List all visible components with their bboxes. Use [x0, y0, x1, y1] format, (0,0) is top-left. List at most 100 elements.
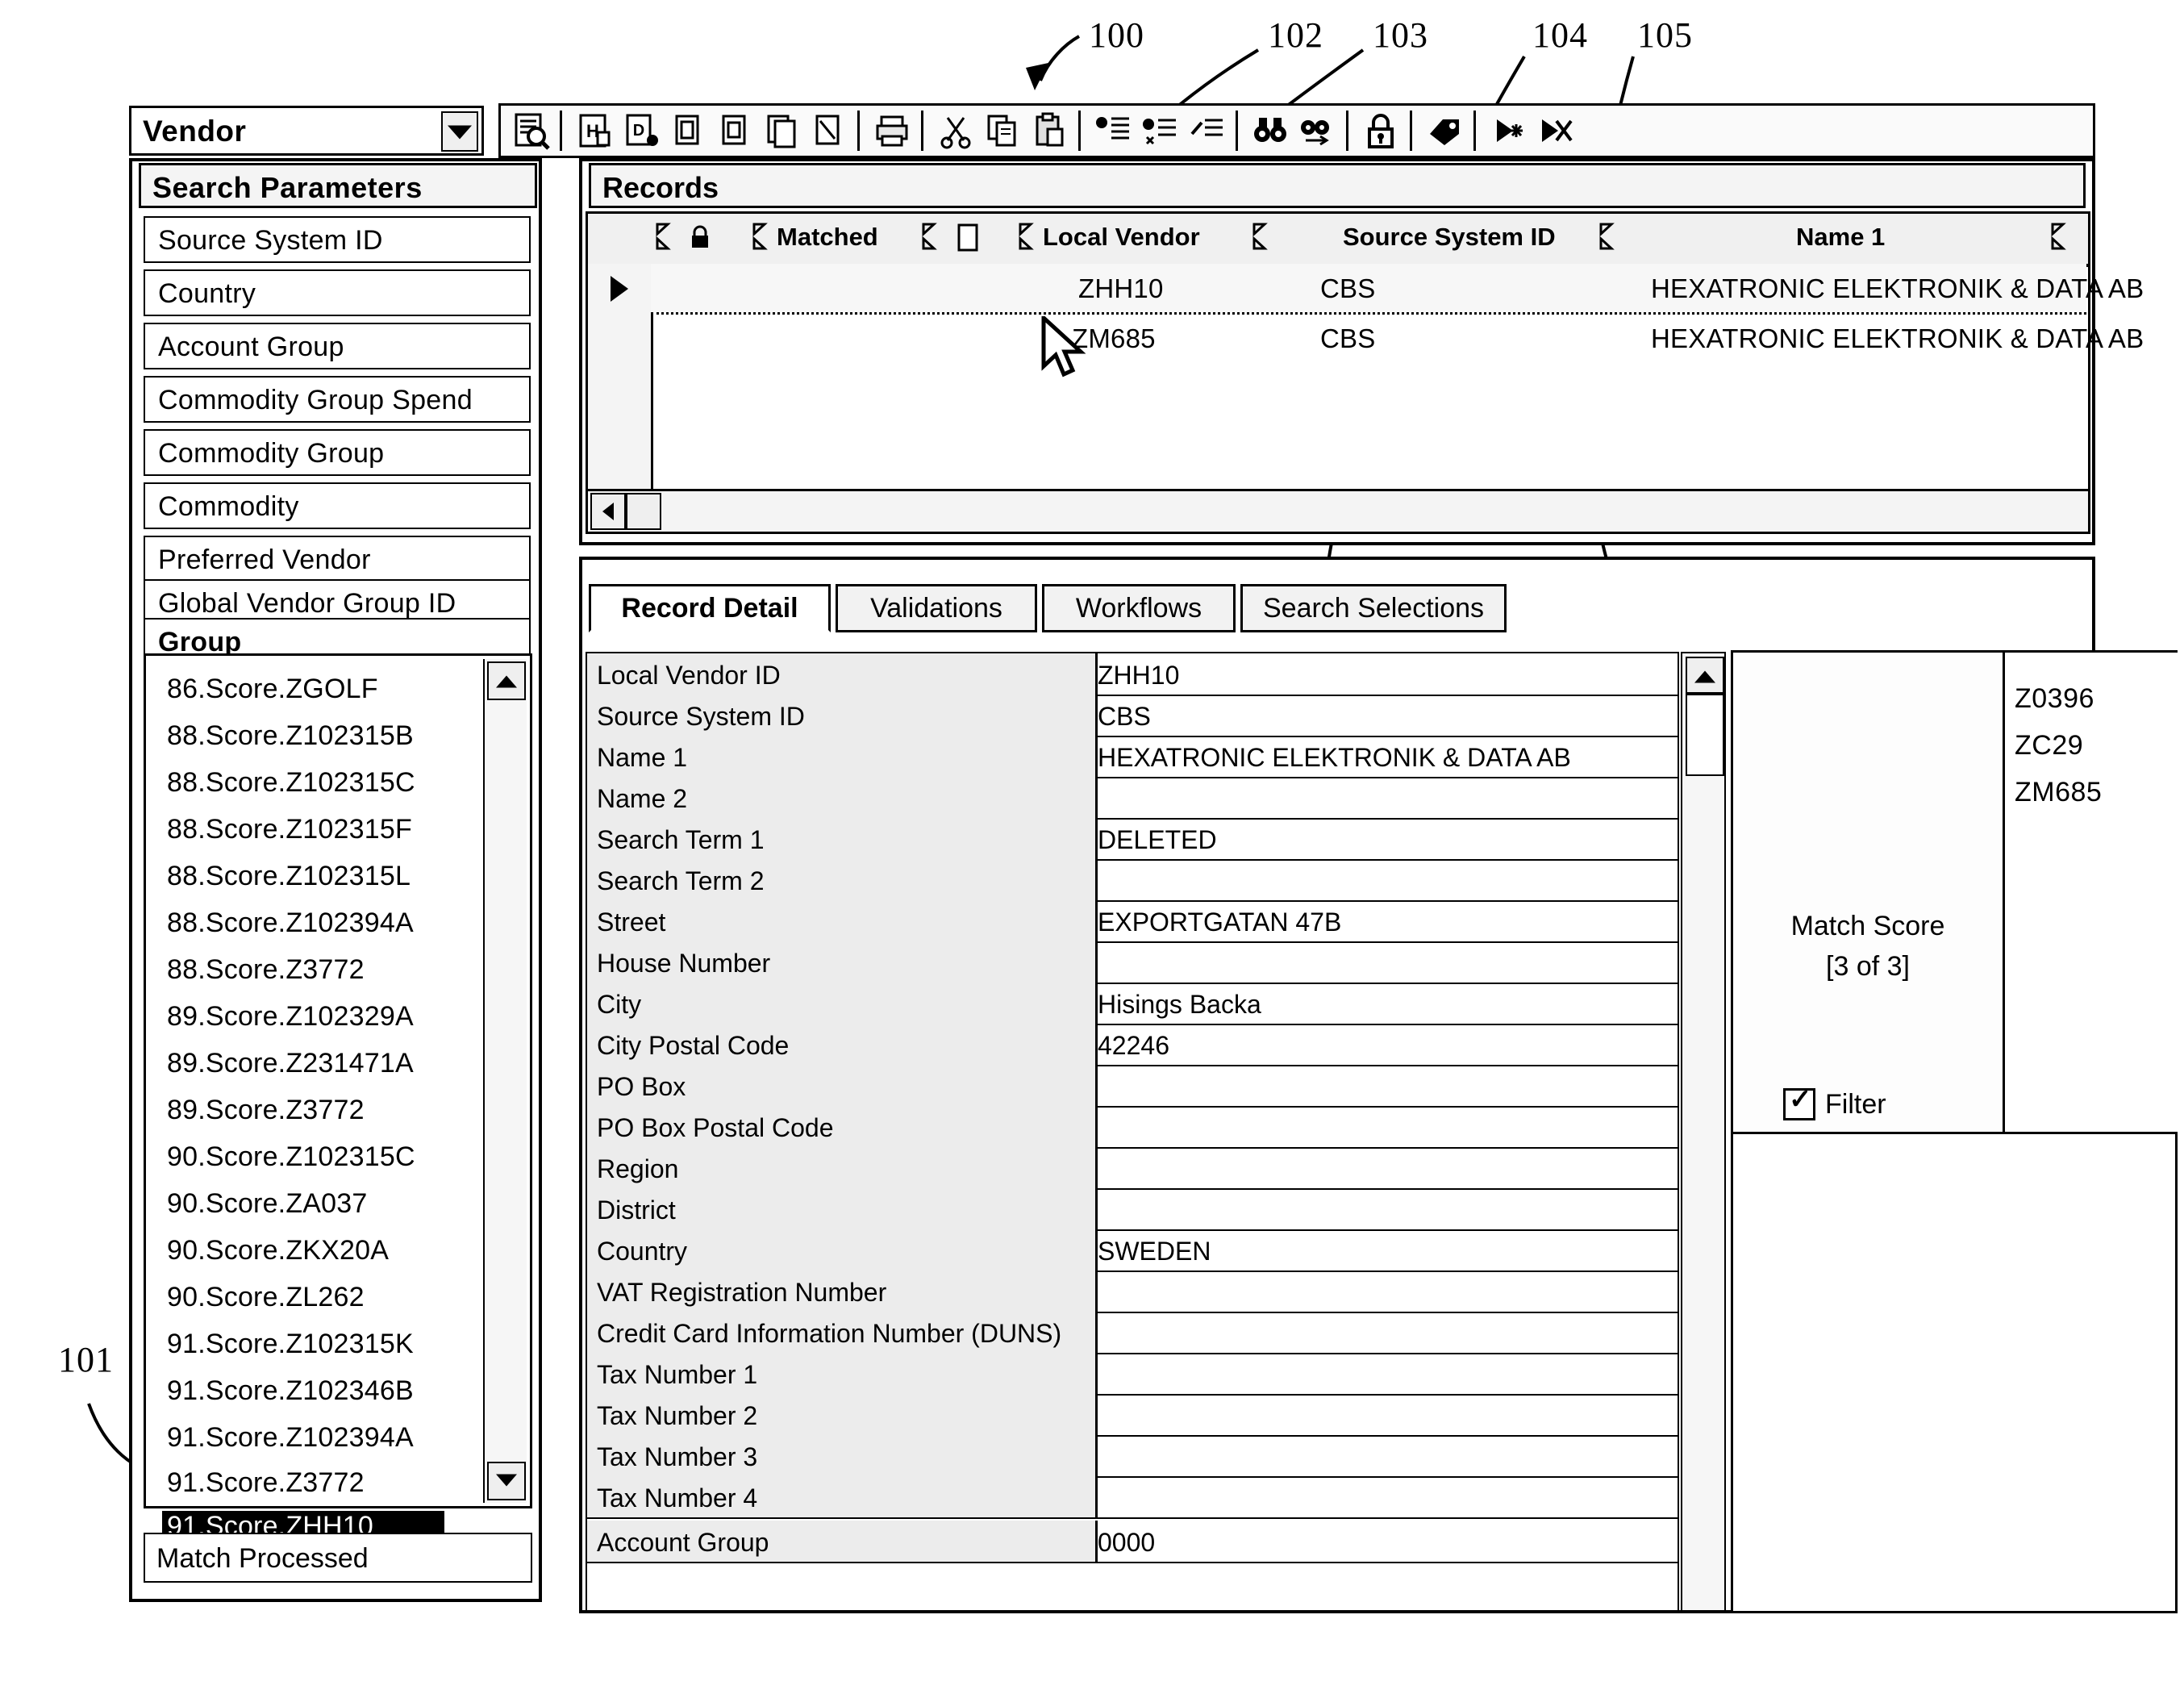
detail-row[interactable]: Name 1 HEXATRONIC ELEKTRONIK & DATA AB	[587, 736, 1678, 778]
clipboard-paste-icon[interactable]	[1028, 110, 1070, 152]
scroll-up-arrow-icon[interactable]	[487, 661, 526, 700]
chevron-down-icon[interactable]	[441, 111, 478, 152]
detail-row[interactable]: Name 2	[587, 777, 1678, 820]
detail-row[interactable]: City Postal Code 42246	[587, 1024, 1678, 1066]
sidebar-item-preferred-vendor[interactable]: Preferred Vendor	[144, 536, 531, 582]
name1-column-header[interactable]: Name 1	[1594, 214, 2049, 264]
list-item[interactable]: 91.Score.Z102394A	[167, 1422, 490, 1471]
detail-row[interactable]: Account Group 0000	[587, 1521, 1678, 1563]
detail-row[interactable]: District	[587, 1188, 1678, 1231]
list-item[interactable]: 91.Score.Z102346B	[167, 1375, 490, 1424]
sidebar-item-source-system-id[interactable]: Source System ID	[144, 216, 531, 263]
entity-type-select[interactable]: Vendor	[129, 106, 484, 156]
tab-record-detail[interactable]: Record Detail	[589, 584, 831, 632]
scroll-left-arrow-icon[interactable]	[590, 493, 626, 530]
table-row[interactable]: ZM685 CBS HEXATRONIC ELEKTRONIK & DATA A…	[651, 314, 2144, 362]
row-selector[interactable]	[588, 414, 653, 457]
play-star-icon[interactable]	[1487, 110, 1529, 152]
tab-workflows[interactable]: Workflows	[1042, 584, 1236, 632]
list-item[interactable]: 90.Score.Z102315C	[167, 1141, 490, 1190]
filter-checkbox[interactable]: ✓	[1783, 1086, 1815, 1120]
list-item[interactable]: 88.Score.Z3772	[167, 954, 490, 1003]
scroll-thumb[interactable]	[1686, 694, 1724, 776]
detail-row[interactable]: City Hisings Backa	[587, 983, 1678, 1025]
list-item[interactable]: 86.Score.ZGOLF	[167, 674, 490, 722]
document-new-icon[interactable]	[714, 110, 756, 152]
list-item[interactable]: 88.Score.Z102315L	[167, 861, 490, 909]
row-selector-current[interactable]	[588, 264, 653, 316]
match-list-item[interactable]: Z0396	[2015, 683, 2094, 715]
binoculars-arrow-icon[interactable]	[1296, 110, 1338, 152]
detail-row[interactable]: Country SWEDEN	[587, 1229, 1678, 1272]
document-copy-icon[interactable]	[667, 110, 709, 152]
document-d-icon[interactable]: D	[620, 110, 662, 152]
tab-validations[interactable]: Validations	[836, 584, 1037, 632]
play-cancel-icon[interactable]	[1534, 110, 1576, 152]
printer-icon[interactable]	[871, 110, 913, 152]
scroll-up-arrow-icon[interactable]	[1686, 657, 1724, 694]
match-list-item[interactable]: ZM685	[2015, 777, 2102, 808]
sidebar-item-commodity[interactable]: Commodity	[144, 482, 531, 529]
magnifier-document-icon[interactable]	[510, 110, 552, 152]
matched-column-header[interactable]: Matched	[748, 214, 919, 264]
list-item[interactable]: 88.Score.Z102394A	[167, 908, 490, 956]
detail-row[interactable]: Tax Number 4	[587, 1476, 1678, 1519]
local-vendor-column-header[interactable]: Local Vendor	[1014, 214, 1250, 264]
detail-row[interactable]: Search Term 1 DELETED	[587, 818, 1678, 861]
list-item[interactable]: 91.Score.Z3772	[167, 1467, 490, 1516]
detail-row[interactable]: Region	[587, 1147, 1678, 1190]
detail-row[interactable]: Street EXPORTGATAN 47B	[587, 900, 1678, 943]
detail-row[interactable]: Tax Number 2	[587, 1394, 1678, 1437]
match-list-panel[interactable]: Z0396 ZC29 ZM685	[2005, 650, 2178, 1134]
binoculars-icon[interactable]	[1249, 110, 1291, 152]
detail-row[interactable]: PO Box	[587, 1065, 1678, 1108]
remove-row-icon[interactable]	[1186, 110, 1227, 152]
records-table[interactable]: Matched Local Vendor Source System ID Na…	[586, 211, 2144, 534]
list-item[interactable]: 88.Score.Z102315B	[167, 720, 490, 769]
detail-row[interactable]: Tax Number 3	[587, 1435, 1678, 1478]
copy-icon[interactable]	[982, 110, 1023, 152]
group-list[interactable]: 86.Score.ZGOLF 88.Score.Z102315B 88.Scor…	[144, 653, 532, 1553]
tab-search-selections[interactable]: Search Selections	[1240, 584, 1507, 632]
records-horizontal-scrollbar[interactable]	[588, 489, 2088, 532]
extra-column-header[interactable]	[2046, 214, 2088, 264]
list-item[interactable]: 90.Score.ZL262	[167, 1282, 490, 1330]
detail-row[interactable]: VAT Registration Number	[587, 1270, 1678, 1313]
sidebar-item-commodity-group-spend[interactable]: Commodity Group Spend	[144, 376, 531, 423]
document-duplicate-icon[interactable]	[761, 110, 802, 152]
sidebar-item-country[interactable]: Country	[144, 269, 531, 316]
document-delete-icon[interactable]	[807, 110, 849, 152]
insert-row-icon[interactable]	[1092, 110, 1134, 152]
document-h-icon[interactable]: H	[573, 110, 615, 152]
row-selector[interactable]	[588, 364, 653, 416]
list-item[interactable]: 88.Score.Z102315C	[167, 767, 490, 816]
filter-checkbox-row[interactable]: ✓ Filter	[1783, 1086, 1886, 1120]
detail-vertical-scrollbar[interactable]	[1681, 652, 1726, 1612]
lock-column-header[interactable]	[651, 214, 750, 264]
list-item[interactable]: 89.Score.Z3772	[167, 1095, 490, 1143]
document-column-header[interactable]	[917, 214, 1016, 264]
scroll-thumb[interactable]	[626, 493, 661, 530]
list-item[interactable]: 89.Score.Z231471A	[167, 1048, 490, 1096]
detail-row[interactable]: Search Term 2	[587, 859, 1678, 902]
detail-row[interactable]: Source System ID CBS	[587, 695, 1678, 737]
row-selector[interactable]	[588, 314, 653, 366]
sidebar-item-commodity-group[interactable]: Commodity Group	[144, 429, 531, 476]
detail-row[interactable]: Tax Number 1	[587, 1353, 1678, 1396]
list-item[interactable]: 89.Score.Z102329A	[167, 1001, 490, 1049]
detail-row[interactable]: House Number	[587, 941, 1678, 984]
append-row-icon[interactable]	[1139, 110, 1181, 152]
detail-row[interactable]: PO Box Postal Code	[587, 1106, 1678, 1149]
tag-icon[interactable]	[1423, 110, 1465, 152]
list-item[interactable]: 90.Score.ZKX20A	[167, 1235, 490, 1283]
sidebar-item-account-group[interactable]: Account Group	[144, 323, 531, 369]
lock-icon[interactable]	[1360, 110, 1402, 152]
list-item[interactable]: 88.Score.Z102315F	[167, 814, 490, 862]
record-detail-grid[interactable]: Local Vendor ID ZHH10 Source System ID CBS…	[586, 652, 1679, 1612]
list-item[interactable]: 91.Score.Z102315K	[167, 1329, 490, 1377]
detail-row[interactable]: Credit Card Information Number (DUNS)	[587, 1312, 1678, 1354]
scissors-icon[interactable]	[935, 110, 977, 152]
group-list-scrollbar[interactable]	[483, 659, 527, 1503]
match-list-item[interactable]: ZC29	[2015, 730, 2083, 761]
scroll-down-arrow-icon[interactable]	[487, 1462, 526, 1500]
